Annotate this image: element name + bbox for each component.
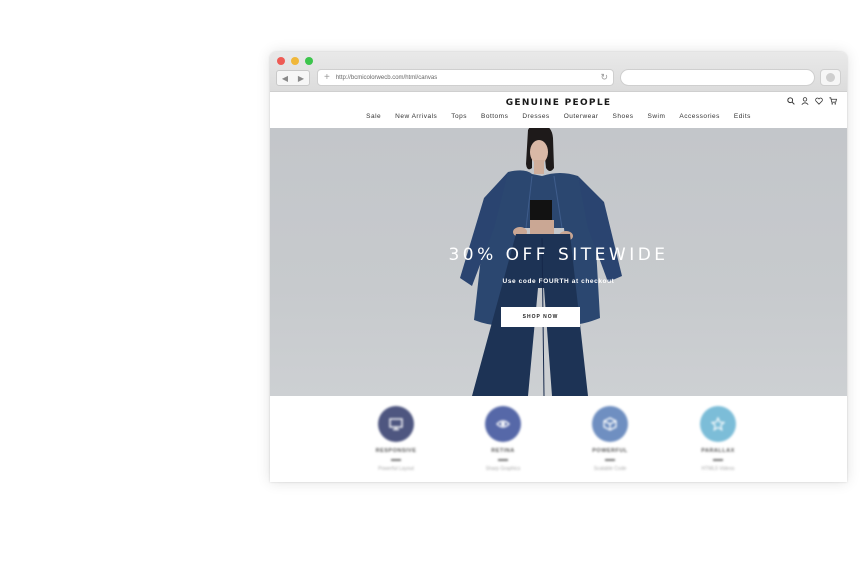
user-icon[interactable] bbox=[801, 97, 809, 105]
back-icon[interactable]: ◀ bbox=[282, 74, 288, 83]
eye-icon bbox=[496, 420, 510, 428]
reload-icon[interactable]: ↻ bbox=[600, 72, 608, 83]
feature-powerful: POWERFUL Scalable Code bbox=[570, 406, 650, 472]
star-icon bbox=[711, 417, 725, 431]
menu-item-swim[interactable]: Swim bbox=[647, 113, 665, 120]
maximize-window-button[interactable] bbox=[305, 57, 313, 65]
site-header: GENUINE PEOPLE Sale New Arrivals Tops Bo… bbox=[270, 92, 847, 128]
feature-circle bbox=[592, 406, 628, 442]
feature-circle bbox=[700, 406, 736, 442]
minimize-window-button[interactable] bbox=[291, 57, 299, 65]
feature-circle bbox=[485, 406, 521, 442]
feature-responsive: RESPONSIVE Powerful Layout bbox=[356, 406, 436, 472]
feature-title: RETINA bbox=[491, 448, 515, 454]
box-icon bbox=[603, 417, 617, 431]
monitor-icon bbox=[389, 418, 403, 431]
feature-subtitle: Powerful Layout bbox=[378, 465, 414, 472]
site-logo[interactable]: GENUINE PEOPLE bbox=[270, 98, 847, 108]
cart-icon[interactable] bbox=[829, 97, 837, 105]
feature-divider bbox=[605, 459, 615, 461]
address-bar[interactable]: + http://bcmicolorwecb.com/html/canvas ↻ bbox=[317, 69, 614, 86]
hero-subtitle: Use code FOURTH at checkout bbox=[502, 278, 615, 285]
menu-item-sale[interactable]: Sale bbox=[366, 113, 381, 120]
search-icon[interactable] bbox=[787, 97, 795, 105]
hero-banner: 30% OFF SITEWIDE Use code FOURTH at chec… bbox=[270, 128, 847, 396]
menu-item-bottoms[interactable]: Bottoms bbox=[481, 113, 508, 120]
feature-subtitle: Sharp Graphics bbox=[485, 465, 521, 472]
feature-title: PARALLAX bbox=[701, 448, 735, 454]
history-nav: ◀ ▶ bbox=[276, 70, 310, 86]
feature-title: RESPONSIVE bbox=[375, 448, 417, 454]
menu-item-tops[interactable]: Tops bbox=[451, 113, 467, 120]
heart-icon[interactable] bbox=[815, 97, 823, 105]
browser-window: ◀ ▶ + http://bcmicolorwecb.com/html/canv… bbox=[270, 52, 847, 482]
browser-toolbar: ◀ ▶ + http://bcmicolorwecb.com/html/canv… bbox=[270, 52, 847, 92]
feature-title: POWERFUL bbox=[592, 448, 628, 454]
feature-subtitle: Scalable Code bbox=[593, 465, 627, 472]
feature-parallax: PARALLAX HTML5 Videos bbox=[678, 406, 758, 472]
extension-icon bbox=[826, 73, 835, 82]
shop-now-button[interactable]: SHOP NOW bbox=[501, 307, 580, 327]
feature-circle bbox=[378, 406, 414, 442]
header-icons bbox=[787, 97, 837, 105]
menu-item-new-arrivals[interactable]: New Arrivals bbox=[395, 113, 437, 120]
menu-item-edits[interactable]: Edits bbox=[734, 113, 751, 120]
feature-divider bbox=[391, 459, 401, 461]
forward-icon[interactable]: ▶ bbox=[298, 74, 304, 83]
menu-item-outerwear[interactable]: Outerwear bbox=[564, 113, 599, 120]
address-bar-url: http://bcmicolorwecb.com/html/canvas bbox=[335, 74, 438, 81]
hero-title: 30% OFF SITEWIDE bbox=[448, 245, 669, 265]
close-window-button[interactable] bbox=[277, 57, 285, 65]
main-menu: Sale New Arrivals Tops Bottoms Dresses O… bbox=[270, 113, 847, 120]
feature-divider bbox=[713, 459, 723, 461]
browser-search-field[interactable] bbox=[620, 69, 815, 86]
menu-item-dresses[interactable]: Dresses bbox=[522, 113, 549, 120]
new-tab-icon[interactable]: + bbox=[324, 72, 330, 83]
extension-button[interactable] bbox=[820, 69, 841, 86]
feature-retina: RETINA Sharp Graphics bbox=[463, 406, 543, 472]
feature-divider bbox=[498, 459, 508, 461]
menu-item-accessories[interactable]: Accessories bbox=[679, 113, 720, 120]
feature-subtitle: HTML5 Videos bbox=[701, 465, 735, 472]
features-section: RESPONSIVE Powerful Layout RETINA Sharp … bbox=[270, 396, 847, 482]
menu-item-shoes[interactable]: Shoes bbox=[613, 113, 634, 120]
